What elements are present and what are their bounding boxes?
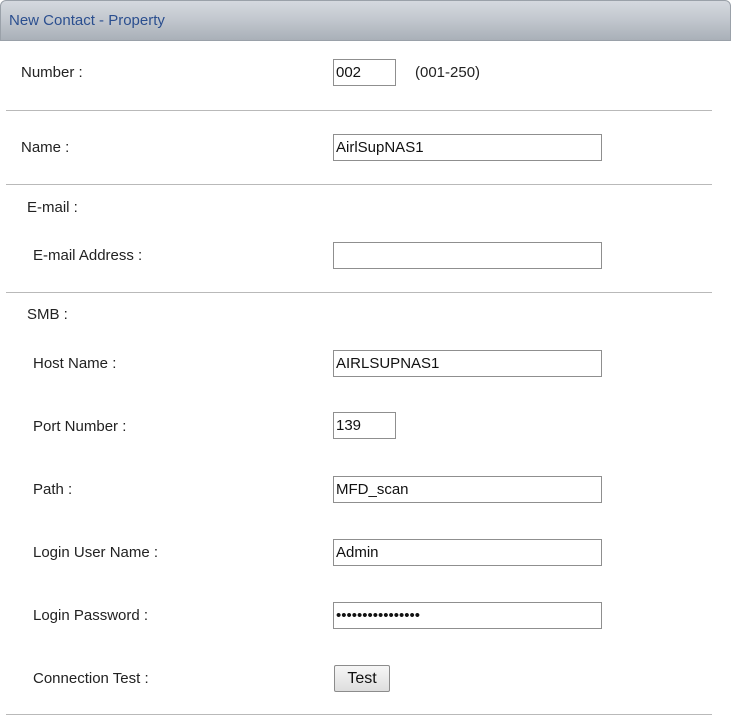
path-label: Path : <box>33 481 73 498</box>
email-section-heading: E-mail : <box>27 199 78 216</box>
port-number-input[interactable] <box>333 412 396 439</box>
smb-section-heading: SMB : <box>27 306 68 323</box>
number-label: Number : <box>21 64 83 81</box>
host-name-label: Host Name : <box>33 355 117 372</box>
number-range-hint: (001-250) <box>415 64 481 81</box>
number-input[interactable] <box>333 59 396 86</box>
path-input[interactable] <box>333 476 602 503</box>
host-name-input[interactable] <box>333 350 602 377</box>
name-label: Name : <box>21 139 70 156</box>
dialog-title-bar: New Contact - Property <box>0 0 731 41</box>
login-password-input[interactable] <box>333 602 602 629</box>
port-number-label: Port Number : <box>33 418 127 435</box>
divider <box>6 714 712 715</box>
test-button[interactable]: Test <box>334 665 390 692</box>
login-password-label: Login Password : <box>33 607 149 624</box>
login-user-name-input[interactable] <box>333 539 602 566</box>
divider <box>6 110 712 111</box>
email-address-label: E-mail Address : <box>33 247 143 264</box>
connection-test-label: Connection Test : <box>33 670 149 687</box>
dialog-title: New Contact - Property <box>9 12 165 29</box>
login-user-name-label: Login User Name : <box>33 544 159 561</box>
divider <box>6 292 712 293</box>
name-input[interactable] <box>333 134 602 161</box>
divider <box>6 184 712 185</box>
email-address-input[interactable] <box>333 242 602 269</box>
